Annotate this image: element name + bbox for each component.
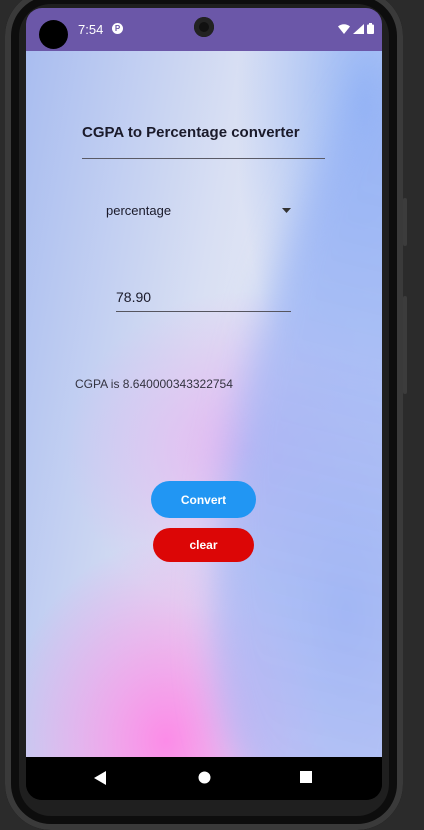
convert-button[interactable]: Convert — [151, 481, 256, 518]
back-icon[interactable] — [94, 771, 106, 785]
conversion-type-dropdown[interactable]: percentage — [96, 197, 296, 223]
value-input[interactable] — [116, 283, 291, 311]
status-time: 7:54 — [78, 22, 104, 37]
result-text: CGPA is 8.640000343322754 — [75, 377, 233, 391]
page-title: CGPA to Percentage converter — [82, 124, 300, 141]
dropdown-selected-value: percentage — [106, 203, 172, 218]
phone-screen: 7:54 P CGPA to Percentage converter perc… — [26, 8, 382, 800]
home-icon[interactable] — [198, 771, 211, 784]
front-camera-cutout — [39, 20, 68, 49]
system-icons — [338, 23, 374, 34]
volume-button — [403, 296, 407, 394]
dropdown-arrow-icon — [282, 208, 291, 213]
power-button — [403, 198, 407, 246]
wifi-icon — [338, 23, 350, 34]
camera-lens — [194, 17, 214, 37]
battery-icon — [367, 23, 374, 34]
app-notification-icon: P — [112, 23, 123, 34]
value-input-container — [116, 283, 291, 312]
cell-signal-icon — [353, 23, 364, 34]
navigation-bar — [26, 757, 382, 800]
recents-icon[interactable] — [300, 771, 312, 783]
status-bar: 7:54 P — [26, 8, 382, 51]
clear-button[interactable]: clear — [153, 528, 254, 562]
app-background: CGPA to Percentage converter percentage … — [26, 51, 382, 757]
title-divider — [82, 158, 325, 159]
